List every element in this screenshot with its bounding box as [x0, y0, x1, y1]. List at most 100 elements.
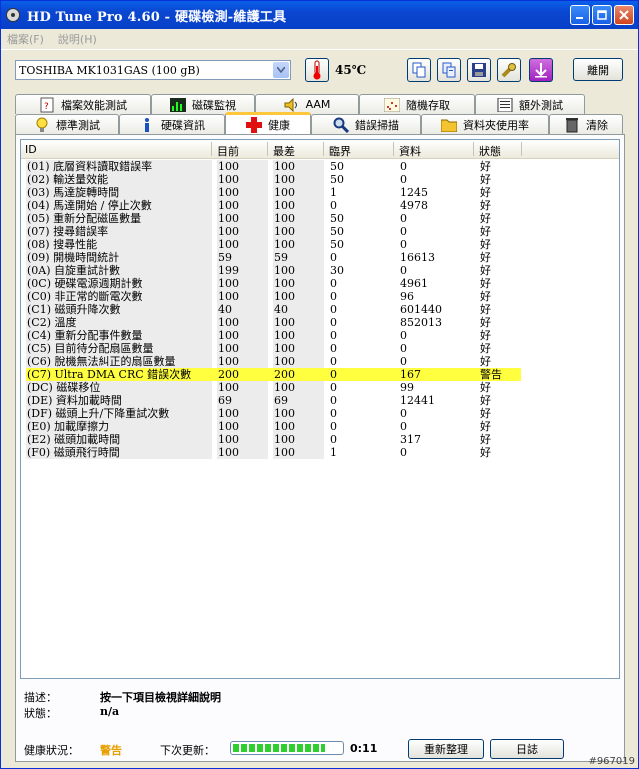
menu-help[interactable]: 說明(H) — [58, 31, 97, 47]
tab-file-benchmark[interactable]: ? 檔案效能測試 — [15, 94, 151, 114]
cell-data: 1245 — [400, 186, 428, 199]
copy-icon — [412, 62, 426, 78]
download-button[interactable] — [529, 58, 553, 82]
cell-current: 59 — [217, 251, 268, 264]
random-access-icon — [384, 97, 400, 113]
table-row[interactable]: (09) 開機時間統計 59 59 0 16613 好 — [21, 251, 619, 264]
table-row[interactable]: (01) 底層資料讀取錯誤率 100 100 50 0 好 — [21, 160, 619, 173]
tab-aam[interactable]: AAM — [255, 94, 359, 114]
tab-info[interactable]: 硬碟資訊 — [119, 114, 225, 134]
cell-worst: 100 — [273, 446, 324, 459]
cell-threshold: 0 — [330, 290, 337, 303]
smart-attributes-list[interactable]: ID 目前 最差 臨界 資料 狀態 (01) 底層資料讀取錯誤率 100 100 50… — [20, 139, 620, 679]
tools-icon — [501, 63, 516, 78]
table-row[interactable]: (C0) 非正常的斷電次數 100 100 0 96 好 — [21, 290, 619, 303]
header-status[interactable]: 狀態 — [479, 143, 501, 159]
drive-select[interactable]: TOSHIBA MK1031GAS (100 gB) — [15, 60, 291, 80]
app-icon — [6, 8, 20, 22]
table-row[interactable]: (DC) 磁碟移位 100 100 0 99 好 — [21, 381, 619, 394]
tab-benchmark[interactable]: 標準測試 — [15, 114, 119, 134]
cell-current: 100 — [217, 225, 268, 238]
cell-data: 0 — [400, 160, 407, 173]
table-row[interactable]: (02) 輸送量效能 100 100 50 0 好 — [21, 173, 619, 186]
cell-worst: 100 — [273, 277, 324, 290]
header-worst[interactable]: 最差 — [273, 143, 295, 159]
copy-all-button[interactable] — [437, 58, 461, 82]
cell-status: 好 — [480, 394, 491, 407]
cell-status: 好 — [480, 420, 491, 433]
header-id[interactable]: ID — [25, 143, 37, 156]
maximize-button[interactable] — [592, 5, 612, 25]
title-bar[interactable]: HD Tune Pro 4.60 - 硬碟檢測-維護工具 — [1, 1, 638, 29]
speaker-icon — [284, 97, 300, 113]
chevron-down-icon[interactable] — [273, 62, 289, 78]
cell-status: 好 — [480, 329, 491, 342]
next-update-progress — [230, 741, 344, 755]
cell-status: 好 — [480, 160, 491, 173]
tab-label: 資料夾使用率 — [463, 118, 529, 132]
table-row[interactable]: (04) 馬達開始 / 停止次數 100 100 0 4978 好 — [21, 199, 619, 212]
extra-tests-icon — [497, 97, 513, 113]
tab-disk-monitor[interactable]: 磁碟監視 — [151, 94, 255, 114]
table-row[interactable]: (C5) 目前待分配扇區數量 100 100 0 0 好 — [21, 342, 619, 355]
table-row[interactable]: (0A) 自旋重試計數 199 100 30 0 好 — [21, 264, 619, 277]
log-button[interactable]: 日誌 — [490, 739, 564, 759]
header-current[interactable]: 目前 — [217, 143, 239, 159]
cell-worst: 100 — [273, 238, 324, 251]
table-row[interactable]: (DE) 資料加載時間 69 69 0 12441 好 — [21, 394, 619, 407]
cell-data: 4961 — [400, 277, 428, 290]
svg-text:?: ? — [44, 102, 49, 112]
cell-data: 0 — [400, 264, 407, 277]
tab-folder-usage[interactable]: 資料夾使用率 — [421, 114, 549, 134]
exit-button[interactable]: 離開 — [573, 58, 623, 81]
table-row[interactable]: (C2) 溫度 100 100 0 852013 好 — [21, 316, 619, 329]
menu-bar: 檔案(F) 說明(H) — [1, 29, 638, 49]
tab-extra-tests[interactable]: 額外測試 — [475, 94, 585, 114]
table-row[interactable]: (C6) 脫機無法糾正的扇區數量 100 100 0 0 好 — [21, 355, 619, 368]
cell-threshold: 0 — [330, 342, 337, 355]
header-threshold[interactable]: 臨界 — [329, 143, 351, 159]
cell-current: 200 — [217, 368, 268, 381]
cell-worst: 100 — [273, 212, 324, 225]
table-row[interactable]: (0C) 硬碟電源週期計數 100 100 0 4961 好 — [21, 277, 619, 290]
cell-id: (C1) 磁頭升降次數 — [26, 303, 212, 316]
table-row[interactable]: (C7) Ultra DMA CRC 錯誤次數 200 200 0 167 警告 — [21, 368, 619, 381]
table-row[interactable]: (C4) 重新分配事件數量 100 100 0 0 好 — [21, 329, 619, 342]
bar-chart-icon — [170, 97, 186, 113]
cell-id: (04) 馬達開始 / 停止次數 — [26, 199, 212, 212]
cell-threshold: 0 — [330, 394, 337, 407]
tab-random-access[interactable]: 隨機存取 — [359, 94, 475, 114]
table-row[interactable]: (C1) 磁頭升降次數 40 40 0 601440 好 — [21, 303, 619, 316]
trash-icon — [564, 117, 580, 133]
refresh-button[interactable]: 重新整理 — [408, 739, 484, 759]
close-button[interactable] — [614, 5, 634, 25]
header-data[interactable]: 資料 — [399, 143, 421, 159]
table-row[interactable]: (08) 搜尋性能 100 100 50 0 好 — [21, 238, 619, 251]
tab-label: 健康 — [268, 118, 290, 132]
cell-worst: 100 — [273, 329, 324, 342]
tab-erase[interactable]: 清除 — [549, 114, 623, 134]
cell-id: (C6) 脫機無法糾正的扇區數量 — [26, 355, 212, 368]
minimize-button[interactable] — [570, 5, 590, 25]
cell-data: 12441 — [400, 394, 435, 407]
copy-info-button[interactable] — [407, 58, 431, 82]
table-row[interactable]: (F0) 磁頭飛行時間 100 100 1 0 好 — [21, 446, 619, 459]
options-button[interactable] — [497, 58, 521, 82]
cell-status: 好 — [480, 433, 491, 446]
next-update-label: 下次更新： — [160, 744, 215, 757]
table-row[interactable]: (E2) 磁頭加載時間 100 100 0 317 好 — [21, 433, 619, 446]
cell-status: 好 — [480, 173, 491, 186]
table-row[interactable]: (E0) 加載摩擦力 100 100 0 0 好 — [21, 420, 619, 433]
cell-data: 167 — [399, 368, 474, 381]
tab-error-scan[interactable]: 錯誤掃描 — [311, 114, 421, 134]
cell-threshold: 30 — [330, 264, 344, 277]
table-row[interactable]: (DF) 磁頭上升/下降重試次數 100 100 0 0 好 — [21, 407, 619, 420]
temperature-button[interactable] — [305, 58, 329, 82]
table-row[interactable]: (03) 馬達旋轉時間 100 100 1 1245 好 — [21, 186, 619, 199]
cell-threshold: 50 — [330, 212, 344, 225]
menu-file[interactable]: 檔案(F) — [7, 31, 44, 47]
table-row[interactable]: (07) 搜尋錯誤率 100 100 50 0 好 — [21, 225, 619, 238]
table-row[interactable]: (05) 重新分配磁區數量 100 100 50 0 好 — [21, 212, 619, 225]
save-button[interactable] — [467, 58, 491, 82]
tab-health[interactable]: 健康 — [225, 112, 311, 134]
